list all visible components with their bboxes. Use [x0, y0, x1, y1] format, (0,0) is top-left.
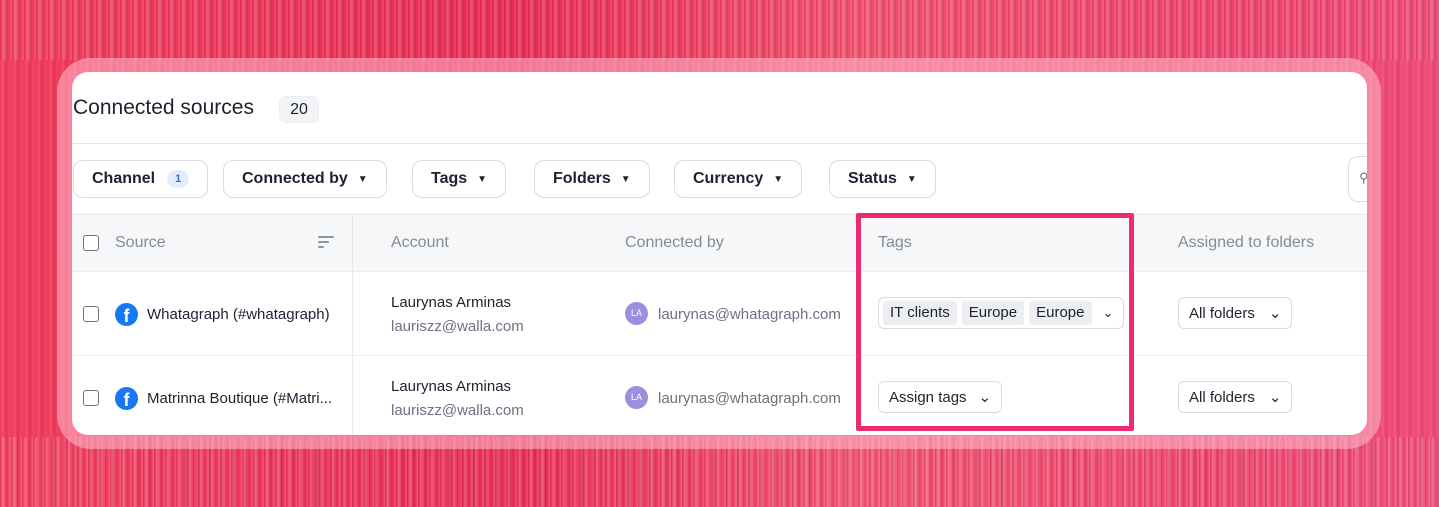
source-name[interactable]: Whatagraph (#whatagraph): [147, 306, 330, 323]
facebook-icon: f: [115, 303, 138, 326]
column-divider: [352, 214, 353, 435]
tags-column-highlight: [856, 213, 1134, 431]
filter-channel[interactable]: Channel 1: [73, 160, 209, 198]
filter-folders[interactable]: Folders ▼: [534, 160, 650, 198]
page-title: Connected sources: [73, 96, 254, 119]
table-header: Source Account Connected by Tags Assigne…: [72, 214, 1367, 271]
table-row[interactable]: f Matrinna Boutique (#Matri... Laurynas …: [72, 355, 1367, 435]
column-header-folders[interactable]: Assigned to folders: [1178, 234, 1314, 252]
chevron-down-icon: ⌄: [1268, 305, 1282, 322]
connected-by-email: laurynas@whatagraph.com: [658, 306, 841, 323]
filter-status-label: Status: [848, 170, 897, 187]
folders-select-value: All folders: [1189, 388, 1255, 406]
panel-header: Connected sources 20: [72, 72, 1367, 144]
account-email: lauriszz@walla.com: [391, 402, 524, 419]
folders-select-value: All folders: [1189, 304, 1255, 322]
folders-select[interactable]: All folders ⌄: [1178, 381, 1293, 413]
caret-down-icon: ▼: [357, 173, 368, 185]
filter-tags[interactable]: Tags ▼: [412, 160, 507, 198]
avatar: LA: [625, 302, 648, 325]
table-row[interactable]: f Whatagraph (#whatagraph) Laurynas Armi…: [72, 271, 1367, 355]
filter-connected-by[interactable]: Connected by ▼: [223, 160, 387, 198]
filter-currency[interactable]: Currency ▼: [674, 160, 803, 198]
sources-count-badge: 20: [279, 96, 319, 123]
caret-down-icon: ▼: [620, 173, 631, 185]
row-checkbox[interactable]: [83, 390, 99, 406]
row-checkbox[interactable]: [83, 306, 99, 322]
filter-folders-label: Folders: [553, 170, 611, 187]
account-email: lauriszz@walla.com: [391, 318, 524, 335]
sort-icon[interactable]: [318, 236, 334, 248]
source-name[interactable]: Matrinna Boutique (#Matri...: [147, 390, 332, 407]
caret-down-icon: ▼: [477, 173, 488, 185]
caret-down-icon: ▼: [906, 173, 917, 185]
filter-channel-label: Channel: [92, 170, 156, 187]
caret-down-icon: ▼: [773, 173, 784, 185]
connected-by-email: laurynas@whatagraph.com: [658, 390, 841, 407]
filter-tags-label: Tags: [431, 170, 468, 187]
column-header-source[interactable]: Source: [115, 234, 166, 252]
column-header-connected-by[interactable]: Connected by: [625, 234, 724, 252]
filter-connected-by-label: Connected by: [242, 170, 348, 187]
column-header-account[interactable]: Account: [391, 234, 449, 252]
search-icon: ⚲: [1359, 170, 1367, 185]
filter-status[interactable]: Status ▼: [829, 160, 936, 198]
connected-sources-panel: Connected sources 20 Channel 1 Connected…: [72, 72, 1367, 435]
avatar: LA: [625, 386, 648, 409]
filter-currency-label: Currency: [693, 170, 764, 187]
folders-select[interactable]: All folders ⌄: [1178, 297, 1293, 329]
chevron-down-icon: ⌄: [1268, 389, 1282, 406]
search-input[interactable]: ⚲: [1348, 156, 1367, 202]
facebook-icon: f: [115, 387, 138, 410]
account-name: Laurynas Arminas: [391, 294, 512, 311]
account-name: Laurynas Arminas: [391, 378, 512, 395]
filter-channel-badge: 1: [167, 170, 190, 188]
select-all-checkbox[interactable]: [83, 235, 99, 251]
